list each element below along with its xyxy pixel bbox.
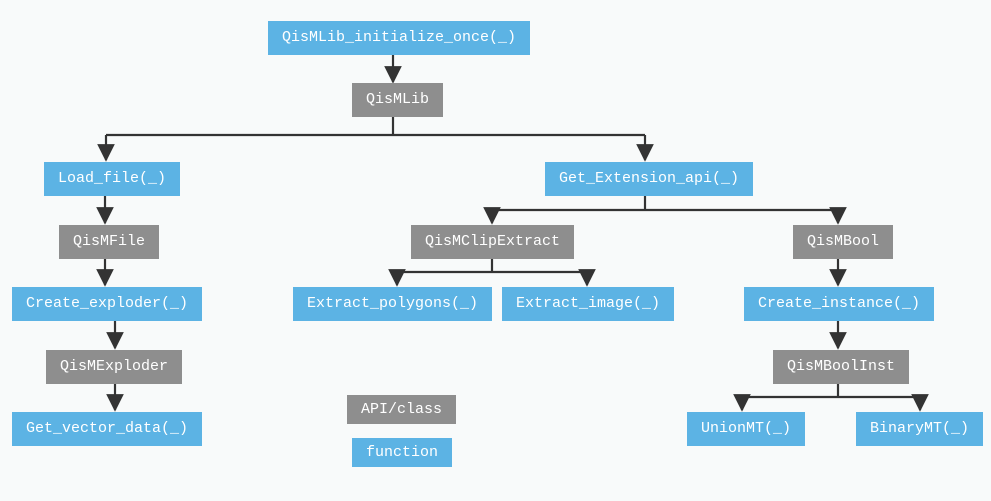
node-createexp: Create_exploder(_) <box>12 287 202 321</box>
node-qismfile: QisMFile <box>59 225 159 259</box>
node-boolinst: QisMBoolInst <box>773 350 909 384</box>
node-clipext: QisMClipExtract <box>411 225 574 259</box>
node-getext: Get_Extension_api(_) <box>545 162 753 196</box>
node-exploder: QisMExploder <box>46 350 182 384</box>
node-extpoly: Extract_polygons(_) <box>293 287 492 321</box>
node-binarymt: BinaryMT(_) <box>856 412 983 446</box>
legend-class: API/class <box>347 395 456 424</box>
node-qismlib: QisMLib <box>352 83 443 117</box>
node-getvec: Get_vector_data(_) <box>12 412 202 446</box>
legend-function: function <box>352 438 452 467</box>
node-extimg: Extract_image(_) <box>502 287 674 321</box>
node-loadfile: Load_file(_) <box>44 162 180 196</box>
node-unionmt: UnionMT(_) <box>687 412 805 446</box>
node-qismbool: QisMBool <box>793 225 893 259</box>
node-createinst: Create_instance(_) <box>744 287 934 321</box>
node-init: QisMLib_initialize_once(_) <box>268 21 530 55</box>
